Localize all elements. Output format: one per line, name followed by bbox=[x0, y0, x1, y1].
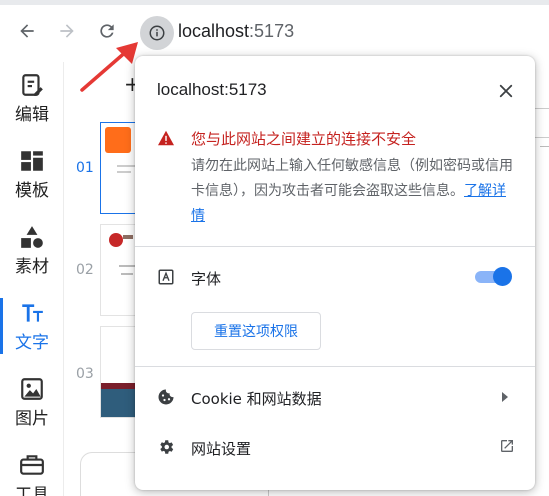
chevron-right-icon bbox=[502, 392, 508, 402]
thumbnail-text-line bbox=[121, 273, 133, 275]
sidebar-item-label: 素材 bbox=[15, 256, 49, 277]
sidebar-item-materials[interactable]: 素材 bbox=[0, 214, 64, 286]
url-host: localhost bbox=[178, 21, 250, 41]
external-link-icon bbox=[501, 440, 513, 452]
page-thumbnail-3[interactable] bbox=[100, 326, 140, 418]
back-button[interactable] bbox=[14, 18, 40, 44]
toolbox-icon bbox=[20, 454, 44, 475]
site-info-popup: localhost:5173 您与此网站之间建立的连接不安全 请勿在此网站上输入… bbox=[135, 56, 535, 490]
sidebar-item-label: 编辑 bbox=[15, 104, 49, 125]
page-thumbnail-1[interactable] bbox=[100, 122, 140, 214]
url-port: :5173 bbox=[249, 21, 295, 41]
sidebar-item-text[interactable]: 文字 bbox=[0, 290, 64, 362]
canvas-area-edge bbox=[80, 452, 140, 496]
address-bar-url[interactable]: localhost:5173 bbox=[178, 21, 294, 42]
shapes-icon bbox=[21, 225, 43, 248]
thumbnail-text-line bbox=[123, 235, 133, 239]
thumbnail-text-line bbox=[117, 165, 135, 167]
toggle-knob bbox=[493, 267, 512, 286]
sidebar-item-label: 工具 bbox=[15, 484, 49, 496]
page-thumbnail-2[interactable] bbox=[100, 224, 140, 316]
info-icon bbox=[149, 25, 165, 41]
back-arrow-icon bbox=[20, 24, 34, 38]
template-icon bbox=[21, 150, 43, 171]
insecure-connection-title: 您与此网站之间建立的连接不安全 bbox=[191, 130, 417, 148]
page-number: 01 bbox=[76, 160, 94, 176]
close-button[interactable] bbox=[495, 80, 517, 102]
edit-icon bbox=[22, 73, 43, 96]
font-permission-toggle[interactable] bbox=[473, 266, 513, 286]
divider bbox=[135, 366, 535, 367]
thumbnail-seal-mark bbox=[109, 233, 123, 247]
sidebar-item-tools[interactable]: 工具 bbox=[0, 442, 64, 496]
tab-strip-edge bbox=[0, 0, 549, 5]
canvas-tick bbox=[540, 146, 549, 147]
sidebar-item-template[interactable]: 模板 bbox=[0, 138, 64, 210]
thumbnail-text-line bbox=[117, 171, 131, 173]
thumbnail-text-line bbox=[119, 265, 135, 267]
app-sidebar: 编辑 模板 素材 文字 图片 工具 bbox=[0, 62, 64, 496]
font-icon bbox=[158, 269, 174, 285]
close-icon bbox=[499, 84, 513, 98]
sidebar-item-image[interactable]: 图片 bbox=[0, 366, 64, 438]
canvas-ruler-edge bbox=[534, 108, 549, 138]
insecure-connection-message: 请勿在此网站上输入任何敏感信息（例如密码或信用卡信息），因为攻击者可能会盗取这些… bbox=[191, 154, 517, 229]
reset-permission-button[interactable]: 重置这项权限 bbox=[191, 312, 321, 350]
cookies-label: Cookie 和网站数据 bbox=[191, 390, 322, 408]
page-number: 02 bbox=[76, 262, 94, 278]
forward-arrow-icon bbox=[60, 24, 74, 38]
text-icon bbox=[22, 303, 43, 322]
divider bbox=[135, 246, 535, 247]
warning-icon bbox=[158, 130, 174, 146]
sidebar-item-label: 图片 bbox=[15, 408, 49, 429]
thumbnail-logo-block bbox=[105, 127, 131, 153]
sidebar-item-label: 文字 bbox=[15, 332, 49, 353]
popup-title: localhost:5173 bbox=[157, 80, 267, 99]
site-settings-label: 网站设置 bbox=[191, 440, 252, 458]
gear-icon bbox=[160, 440, 174, 454]
page-number: 03 bbox=[76, 366, 94, 382]
sidebar-item-label: 模板 bbox=[15, 180, 49, 201]
font-permission-label: 字体 bbox=[191, 270, 222, 288]
sidebar-item-edit[interactable]: 编辑 bbox=[0, 62, 64, 134]
cookie-icon bbox=[158, 389, 174, 405]
image-icon bbox=[21, 377, 43, 400]
